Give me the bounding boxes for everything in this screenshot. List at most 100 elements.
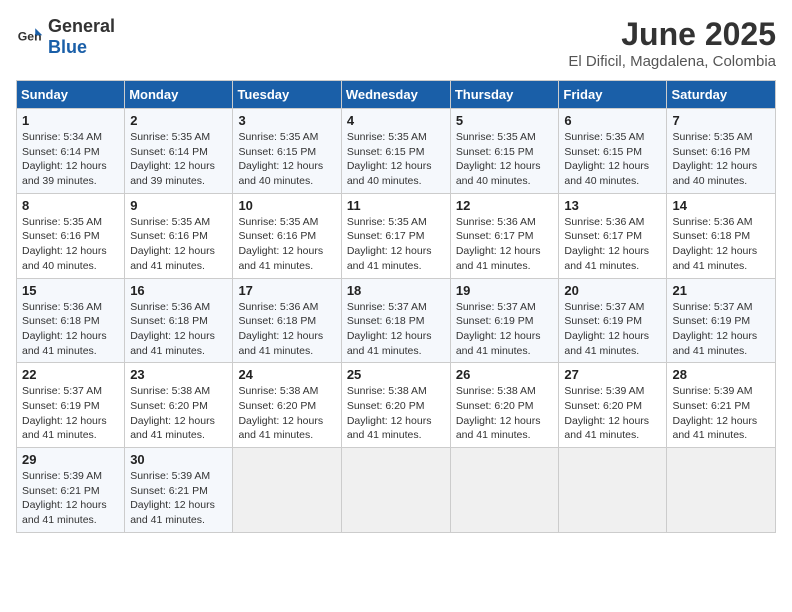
calendar-cell: 29 Sunrise: 5:39 AM Sunset: 6:21 PM Dayl… — [17, 448, 125, 533]
day-number: 20 — [564, 283, 661, 298]
day-number: 2 — [130, 113, 227, 128]
weekday-header-thursday: Thursday — [450, 81, 559, 109]
day-number: 7 — [672, 113, 770, 128]
day-info: Sunrise: 5:38 AM Sunset: 6:20 PM Dayligh… — [347, 384, 445, 443]
calendar-table: SundayMondayTuesdayWednesdayThursdayFrid… — [16, 80, 776, 533]
day-info: Sunrise: 5:35 AM Sunset: 6:14 PM Dayligh… — [130, 130, 227, 189]
day-info: Sunrise: 5:38 AM Sunset: 6:20 PM Dayligh… — [238, 384, 335, 443]
calendar-cell: 3 Sunrise: 5:35 AM Sunset: 6:15 PM Dayli… — [233, 109, 341, 194]
calendar-cell: 19 Sunrise: 5:37 AM Sunset: 6:19 PM Dayl… — [450, 278, 559, 363]
day-info: Sunrise: 5:36 AM Sunset: 6:17 PM Dayligh… — [456, 215, 554, 274]
logo: Gen General Blue — [16, 16, 115, 58]
day-info: Sunrise: 5:37 AM Sunset: 6:19 PM Dayligh… — [456, 300, 554, 359]
calendar-cell: 10 Sunrise: 5:35 AM Sunset: 6:16 PM Dayl… — [233, 193, 341, 278]
calendar-cell: 20 Sunrise: 5:37 AM Sunset: 6:19 PM Dayl… — [559, 278, 667, 363]
day-number: 6 — [564, 113, 661, 128]
day-number: 14 — [672, 198, 770, 213]
day-info: Sunrise: 5:36 AM Sunset: 6:18 PM Dayligh… — [238, 300, 335, 359]
day-info: Sunrise: 5:35 AM Sunset: 6:15 PM Dayligh… — [456, 130, 554, 189]
day-info: Sunrise: 5:39 AM Sunset: 6:21 PM Dayligh… — [672, 384, 770, 443]
calendar-cell: 2 Sunrise: 5:35 AM Sunset: 6:14 PM Dayli… — [125, 109, 233, 194]
calendar-cell: 7 Sunrise: 5:35 AM Sunset: 6:16 PM Dayli… — [667, 109, 776, 194]
day-number: 12 — [456, 198, 554, 213]
day-info: Sunrise: 5:38 AM Sunset: 6:20 PM Dayligh… — [456, 384, 554, 443]
calendar-cell: 23 Sunrise: 5:38 AM Sunset: 6:20 PM Dayl… — [125, 363, 233, 448]
calendar-cell: 5 Sunrise: 5:35 AM Sunset: 6:15 PM Dayli… — [450, 109, 559, 194]
page-header: Gen General Blue June 2025 El Dificil, M… — [16, 16, 776, 70]
day-info: Sunrise: 5:35 AM Sunset: 6:15 PM Dayligh… — [238, 130, 335, 189]
calendar-cell: 4 Sunrise: 5:35 AM Sunset: 6:15 PM Dayli… — [341, 109, 450, 194]
calendar-cell: 13 Sunrise: 5:36 AM Sunset: 6:17 PM Dayl… — [559, 193, 667, 278]
day-number: 23 — [130, 367, 227, 382]
day-number: 18 — [347, 283, 445, 298]
day-number: 24 — [238, 367, 335, 382]
calendar-cell: 26 Sunrise: 5:38 AM Sunset: 6:20 PM Dayl… — [450, 363, 559, 448]
day-number: 9 — [130, 198, 227, 213]
calendar-cell: 28 Sunrise: 5:39 AM Sunset: 6:21 PM Dayl… — [667, 363, 776, 448]
day-number: 8 — [22, 198, 119, 213]
calendar-cell: 1 Sunrise: 5:34 AM Sunset: 6:14 PM Dayli… — [17, 109, 125, 194]
day-info: Sunrise: 5:36 AM Sunset: 6:18 PM Dayligh… — [130, 300, 227, 359]
day-info: Sunrise: 5:36 AM Sunset: 6:17 PM Dayligh… — [564, 215, 661, 274]
title-area: June 2025 El Dificil, Magdalena, Colombi… — [568, 16, 776, 70]
calendar-cell: 22 Sunrise: 5:37 AM Sunset: 6:19 PM Dayl… — [17, 363, 125, 448]
calendar-cell — [341, 448, 450, 533]
day-number: 16 — [130, 283, 227, 298]
calendar-cell: 18 Sunrise: 5:37 AM Sunset: 6:18 PM Dayl… — [341, 278, 450, 363]
day-number: 27 — [564, 367, 661, 382]
calendar-cell: 25 Sunrise: 5:38 AM Sunset: 6:20 PM Dayl… — [341, 363, 450, 448]
day-number: 11 — [347, 198, 445, 213]
day-info: Sunrise: 5:39 AM Sunset: 6:20 PM Dayligh… — [564, 384, 661, 443]
day-info: Sunrise: 5:35 AM Sunset: 6:16 PM Dayligh… — [130, 215, 227, 274]
calendar-title: June 2025 — [568, 16, 776, 53]
day-info: Sunrise: 5:35 AM Sunset: 6:15 PM Dayligh… — [347, 130, 445, 189]
calendar-cell — [559, 448, 667, 533]
weekday-header-saturday: Saturday — [667, 81, 776, 109]
logo-blue: Blue — [48, 37, 87, 57]
day-info: Sunrise: 5:35 AM Sunset: 6:15 PM Dayligh… — [564, 130, 661, 189]
day-number: 30 — [130, 452, 227, 467]
calendar-cell: 16 Sunrise: 5:36 AM Sunset: 6:18 PM Dayl… — [125, 278, 233, 363]
calendar-week-5: 29 Sunrise: 5:39 AM Sunset: 6:21 PM Dayl… — [17, 448, 776, 533]
calendar-cell: 14 Sunrise: 5:36 AM Sunset: 6:18 PM Dayl… — [667, 193, 776, 278]
weekday-header-monday: Monday — [125, 81, 233, 109]
calendar-subtitle: El Dificil, Magdalena, Colombia — [568, 53, 776, 70]
day-info: Sunrise: 5:35 AM Sunset: 6:16 PM Dayligh… — [22, 215, 119, 274]
day-info: Sunrise: 5:35 AM Sunset: 6:16 PM Dayligh… — [238, 215, 335, 274]
day-number: 1 — [22, 113, 119, 128]
calendar-cell: 11 Sunrise: 5:35 AM Sunset: 6:17 PM Dayl… — [341, 193, 450, 278]
logo-icon: Gen — [16, 23, 44, 51]
calendar-week-3: 15 Sunrise: 5:36 AM Sunset: 6:18 PM Dayl… — [17, 278, 776, 363]
day-number: 5 — [456, 113, 554, 128]
day-number: 10 — [238, 198, 335, 213]
calendar-cell — [450, 448, 559, 533]
day-info: Sunrise: 5:35 AM Sunset: 6:17 PM Dayligh… — [347, 215, 445, 274]
calendar-cell: 12 Sunrise: 5:36 AM Sunset: 6:17 PM Dayl… — [450, 193, 559, 278]
day-info: Sunrise: 5:37 AM Sunset: 6:19 PM Dayligh… — [564, 300, 661, 359]
day-info: Sunrise: 5:34 AM Sunset: 6:14 PM Dayligh… — [22, 130, 119, 189]
calendar-cell: 30 Sunrise: 5:39 AM Sunset: 6:21 PM Dayl… — [125, 448, 233, 533]
logo-general: General — [48, 16, 115, 36]
day-info: Sunrise: 5:39 AM Sunset: 6:21 PM Dayligh… — [130, 469, 227, 528]
day-info: Sunrise: 5:35 AM Sunset: 6:16 PM Dayligh… — [672, 130, 770, 189]
calendar-week-2: 8 Sunrise: 5:35 AM Sunset: 6:16 PM Dayli… — [17, 193, 776, 278]
weekday-header-row: SundayMondayTuesdayWednesdayThursdayFrid… — [17, 81, 776, 109]
day-info: Sunrise: 5:36 AM Sunset: 6:18 PM Dayligh… — [672, 215, 770, 274]
calendar-cell: 9 Sunrise: 5:35 AM Sunset: 6:16 PM Dayli… — [125, 193, 233, 278]
day-number: 4 — [347, 113, 445, 128]
calendar-cell: 8 Sunrise: 5:35 AM Sunset: 6:16 PM Dayli… — [17, 193, 125, 278]
calendar-cell — [233, 448, 341, 533]
day-number: 26 — [456, 367, 554, 382]
weekday-header-friday: Friday — [559, 81, 667, 109]
calendar-week-4: 22 Sunrise: 5:37 AM Sunset: 6:19 PM Dayl… — [17, 363, 776, 448]
calendar-cell: 17 Sunrise: 5:36 AM Sunset: 6:18 PM Dayl… — [233, 278, 341, 363]
calendar-week-1: 1 Sunrise: 5:34 AM Sunset: 6:14 PM Dayli… — [17, 109, 776, 194]
weekday-header-tuesday: Tuesday — [233, 81, 341, 109]
day-number: 25 — [347, 367, 445, 382]
calendar-cell: 24 Sunrise: 5:38 AM Sunset: 6:20 PM Dayl… — [233, 363, 341, 448]
calendar-cell: 15 Sunrise: 5:36 AM Sunset: 6:18 PM Dayl… — [17, 278, 125, 363]
day-number: 21 — [672, 283, 770, 298]
day-number: 3 — [238, 113, 335, 128]
day-number: 13 — [564, 198, 661, 213]
day-number: 17 — [238, 283, 335, 298]
